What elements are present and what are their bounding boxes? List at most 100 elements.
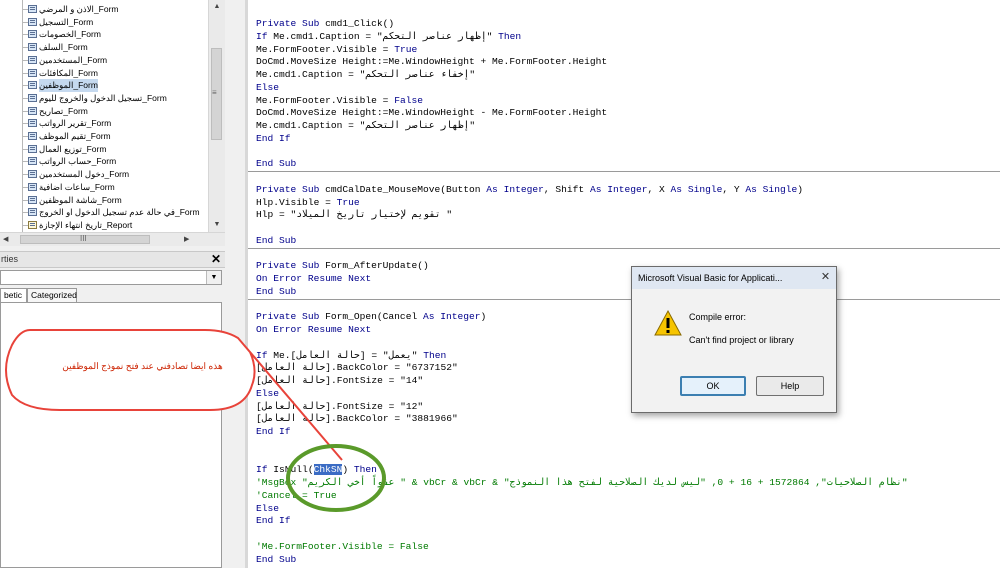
tree-item-label: تقيم الموظف_Form xyxy=(39,131,111,141)
code-line[interactable]: If Me.[حالة العامل] = "يعمل" Then xyxy=(256,350,446,363)
code-token: As Integer xyxy=(589,183,648,195)
code-line[interactable]: On Error Resume Next xyxy=(256,273,371,286)
code-line[interactable]: 'Cancel = True xyxy=(256,490,337,503)
code-token: On Error Resume Next xyxy=(256,273,372,284)
tree-item[interactable]: تقرير الرواتب_Form xyxy=(0,117,208,130)
code-token: 'MsgBox "عفواً أخي الكريم " & vbCr & vbC… xyxy=(256,477,908,488)
compile-error-dialog: Microsoft Visual Basic for Applicati... … xyxy=(631,266,837,413)
help-button[interactable]: Help xyxy=(756,376,824,396)
tree-item-label: الخصومات_Form xyxy=(39,29,101,40)
tree-item[interactable]: الموظفين_Form xyxy=(0,79,208,92)
tree-item[interactable]: التسجيل_Form xyxy=(0,16,208,29)
code-line[interactable]: End If xyxy=(256,515,291,528)
tree-item[interactable]: المكافئات_Form xyxy=(0,67,208,80)
form-icon xyxy=(28,106,37,115)
tree-item-label: دخول المستخدمين_Form xyxy=(39,169,130,180)
tree-item[interactable]: توزيع العمال_Form xyxy=(0,143,208,156)
properties-grid[interactable] xyxy=(0,302,222,568)
code-line[interactable]: [حالة العامل].FontSize = "12" xyxy=(256,401,423,414)
pane-divider[interactable] xyxy=(225,0,245,568)
code-line[interactable]: Private Sub Form_Open(Cancel As Integer) xyxy=(256,311,486,324)
annotation-text: هذه ايضا تصادفني عند فتح نموذج الموظفين xyxy=(62,361,223,371)
code-token: True xyxy=(394,43,418,55)
properties-close-icon[interactable]: ✕ xyxy=(211,252,221,267)
tree-item-label: تاريخ انتهاء الإجازة_Report xyxy=(39,219,133,230)
code-line[interactable]: Me.cmd1.Caption = "إظهار عناصر التحكم" xyxy=(256,120,475,133)
code-line[interactable]: End Sub xyxy=(256,235,296,248)
tree-item[interactable]: تاريخ انتهاء الإجازة_Report xyxy=(0,219,208,232)
code-line[interactable]: Private Sub Form_AfterUpdate() xyxy=(256,260,429,273)
code-line[interactable]: Else xyxy=(256,503,279,516)
code-token: Hlp = "تقويم لإختيار تاريخ الميلاد " xyxy=(256,209,453,221)
code-line[interactable]: Else xyxy=(256,388,279,401)
scroll-down-icon[interactable]: ▼ xyxy=(209,218,225,232)
code-line[interactable]: If Me.cmd1.Caption = "إظهار عناصر التحكم… xyxy=(256,31,521,44)
project-explorer-tree[interactable]: الاذن و المرضي_Form التسجيل_Form الخصومات_… xyxy=(0,0,208,232)
tree-item-label: المكافئات_Form xyxy=(39,67,98,78)
tree-item[interactable]: حساب الرواتب_Form xyxy=(0,155,208,168)
tree-horizontal-scrollbar[interactable]: ◀ III ▶ xyxy=(0,232,225,246)
tree-vertical-scrollbar[interactable]: ▲ ≡ ▼ xyxy=(208,0,225,232)
code-line[interactable]: End If xyxy=(256,133,291,146)
ok-button[interactable]: OK xyxy=(680,376,746,396)
code-token: As Integer xyxy=(422,311,481,323)
error-heading: Compile error: xyxy=(689,312,747,322)
error-message: Can't find project or library xyxy=(689,335,794,345)
form-icon xyxy=(28,144,37,153)
code-line[interactable]: Private Sub cmd1_Click() xyxy=(256,18,394,31)
tree-item[interactable]: تقيم الموظف_Form xyxy=(0,130,208,143)
tree-item[interactable]: السلف_Form xyxy=(0,41,208,54)
tree-item-label: في حالة عدم تسجيل الدخول او الخروج_Form xyxy=(39,207,200,218)
code-line[interactable]: 'MsgBox "عفواً أخي الكريم " & vbCr & vbC… xyxy=(256,477,908,490)
code-line[interactable]: 'Me.FormFooter.Visible = False xyxy=(256,541,429,554)
code-line[interactable]: End Sub xyxy=(256,554,296,567)
tree-item[interactable]: المستخدمين_Form xyxy=(0,54,208,67)
form-icon xyxy=(28,182,37,191)
code-line[interactable]: [حالة العامل].FontSize = "14" xyxy=(256,375,423,388)
tree-item[interactable]: في حالة عدم تسجيل الدخول او الخروج_Form xyxy=(0,206,208,219)
code-token: , X xyxy=(647,183,671,195)
properties-titlebar: rties ✕ xyxy=(0,251,225,268)
code-line[interactable]: End Sub xyxy=(256,158,296,171)
code-line[interactable]: End Sub xyxy=(256,286,296,299)
form-icon xyxy=(28,93,37,102)
chevron-down-icon[interactable]: ▼ xyxy=(206,271,221,284)
code-line[interactable]: On Error Resume Next xyxy=(256,324,371,337)
code-line[interactable]: Me.FormFooter.Visible = False xyxy=(256,95,423,108)
tab-alphabetic[interactable]: betic xyxy=(0,288,27,302)
tree-item[interactable]: تسجيل الدخول والخروج لليوم_Form xyxy=(0,92,208,105)
scroll-right-icon[interactable]: ▶ xyxy=(184,233,189,246)
dialog-titlebar[interactable]: Microsoft Visual Basic for Applicati... … xyxy=(632,267,836,289)
object-selector[interactable]: ▼ xyxy=(0,270,222,285)
code-line[interactable]: Private Sub cmdCalDate_MouseMove(Button … xyxy=(256,184,803,197)
code-line[interactable]: Hlp = "تقويم لإختيار تاريخ الميلاد " xyxy=(256,209,452,222)
tree-item[interactable]: الاذن و المرضي_Form xyxy=(0,3,208,16)
tree-item[interactable]: دخول المستخدمين_Form xyxy=(0,168,208,181)
code-line[interactable]: End If xyxy=(256,426,291,439)
code-line[interactable]: Else xyxy=(256,82,279,95)
code-token: 'Me.FormFooter.Visible = False xyxy=(256,540,429,552)
tree-item[interactable]: تصاريح_Form xyxy=(0,105,208,118)
tree-item[interactable]: ساعات اضافية_Form xyxy=(0,181,208,194)
code-line[interactable]: DoCmd.MoveSize Height:=Me.WindowHeight -… xyxy=(256,107,607,120)
code-editor[interactable]: Private Sub cmd1_Click() If Me.cmd1.Capti… xyxy=(248,0,1000,568)
tab-categorized[interactable]: Categorized xyxy=(27,288,77,302)
dialog-close-icon[interactable]: ✕ xyxy=(819,271,832,284)
warning-icon xyxy=(654,309,682,336)
tree-item[interactable]: شاشة الموظفين_Form xyxy=(0,194,208,207)
code-line[interactable]: Hlp.Visible = True xyxy=(256,197,360,210)
scroll-left-icon[interactable]: ◀ xyxy=(3,233,8,246)
code-line[interactable]: Me.FormFooter.Visible = True xyxy=(256,44,417,57)
code-token: End Sub xyxy=(256,234,297,246)
code-line[interactable]: [حالة العامل].BackColor = "6737152" xyxy=(256,362,458,375)
scroll-up-icon[interactable]: ▲ xyxy=(209,0,225,14)
code-line[interactable]: Me.cmd1.Caption = "إخفاء عناصر التحكم" xyxy=(256,69,475,82)
code-token: Me.FormFooter.Visible = xyxy=(256,94,395,106)
code-line[interactable]: [حالة العامل].BackColor = "3881966" xyxy=(256,413,458,426)
code-token: [حالة العامل].FontSize = "14" xyxy=(256,375,424,386)
code-line[interactable]: DoCmd.MoveSize Height:=Me.WindowHeight +… xyxy=(256,56,607,69)
tree-item[interactable]: الخصومات_Form xyxy=(0,28,208,41)
form-icon xyxy=(28,119,37,128)
code-line[interactable]: If IsNull(ChkSN) Then xyxy=(256,464,377,477)
code-token: If xyxy=(256,30,274,42)
